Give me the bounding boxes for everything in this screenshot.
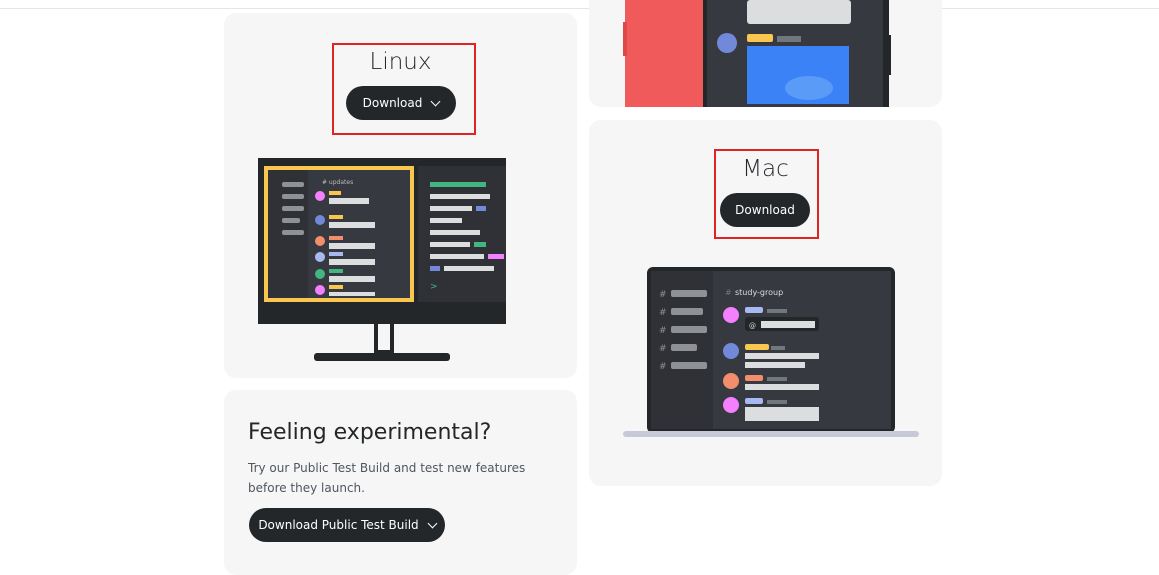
experimental-description: Try our Public Test Build and test new f… [248, 461, 526, 495]
mac-laptop-illustration: # # # # # # study-group @ [623, 267, 919, 437]
linux-highlight-box [332, 43, 476, 135]
chevron-down-icon [427, 518, 438, 528]
mac-highlight-box [714, 149, 819, 239]
experimental-title: Feeling experimental? [248, 420, 492, 445]
svg-text:#: # [659, 308, 667, 318]
svg-text:#: # [659, 326, 667, 336]
mac-channel-name: study-group [735, 288, 783, 297]
svg-text:#: # [725, 288, 732, 297]
svg-text:# updates: # updates [322, 179, 353, 186]
experimental-card: Feeling experimental? Try our Public Tes… [224, 390, 577, 575]
svg-text:#: # [659, 362, 667, 372]
svg-text:@: @ [749, 322, 756, 330]
svg-text:#: # [659, 290, 667, 300]
public-test-build-label: Download Public Test Build [258, 518, 419, 532]
public-test-build-button[interactable]: Download Public Test Build [249, 508, 445, 542]
top-divider [0, 8, 1159, 9]
linux-desktop-illustration: # updates > [258, 158, 506, 361]
svg-text:#: # [659, 344, 667, 354]
mobile-card [589, 0, 942, 107]
svg-text:>: > [430, 282, 438, 292]
phone-illustration [623, 0, 891, 107]
